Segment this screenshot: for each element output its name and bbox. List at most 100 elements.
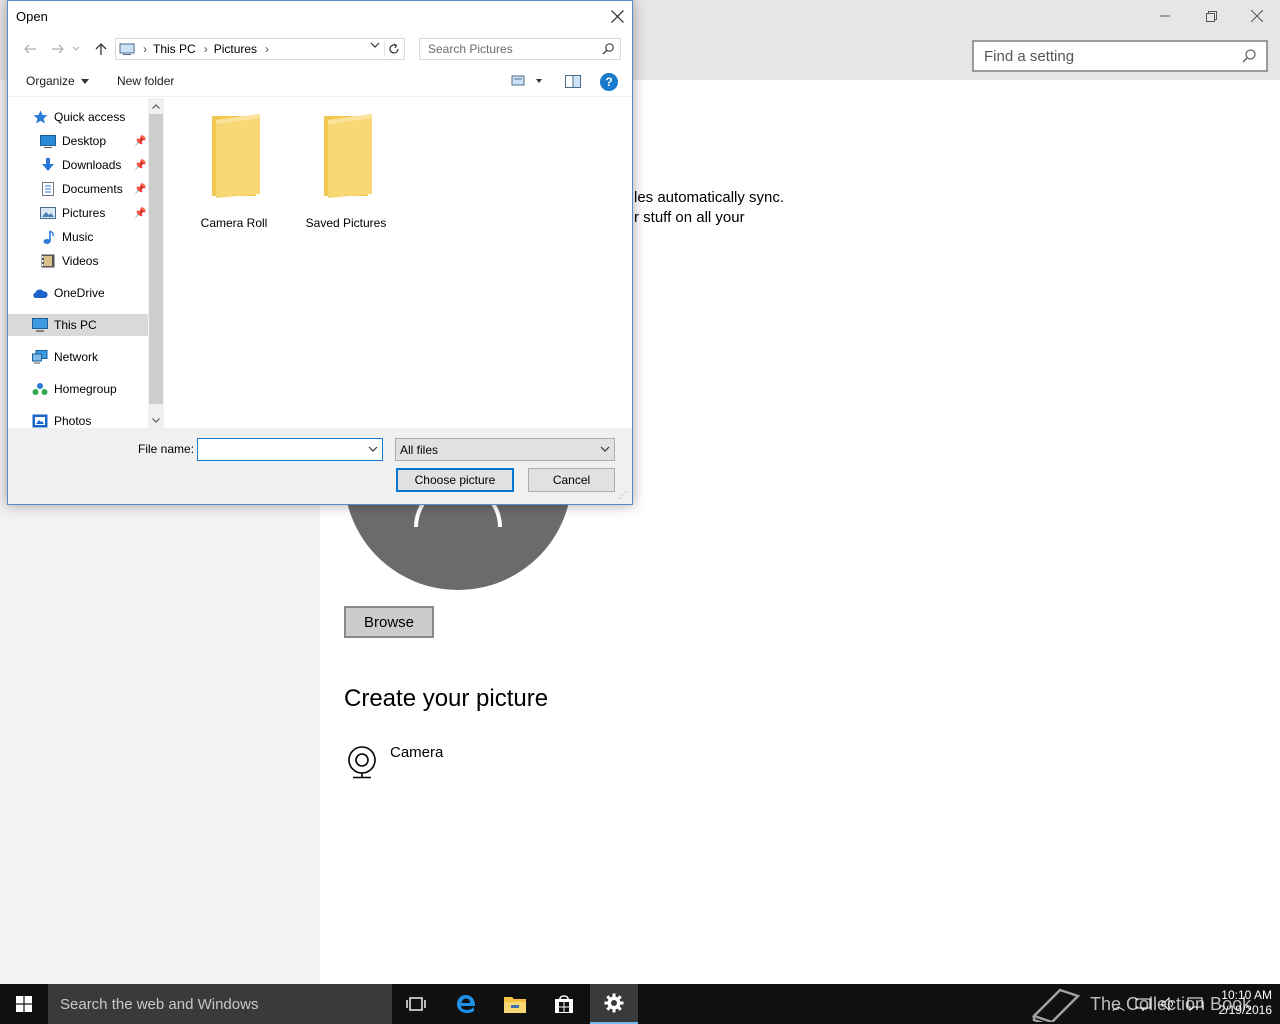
organize-label: Organize	[26, 74, 75, 88]
nav-scrollbar[interactable]	[148, 98, 164, 428]
nav-item-pictures[interactable]: Pictures	[40, 202, 105, 224]
nav-item-documents[interactable]: Documents	[40, 178, 123, 200]
file-list: Camera Roll Saved Pictures	[164, 98, 632, 428]
chevron-down-icon	[152, 417, 160, 423]
folder-item[interactable]: Camera Roll	[184, 112, 284, 230]
up-button[interactable]	[91, 41, 111, 57]
change-view-button[interactable]	[511, 75, 545, 90]
cancel-button[interactable]: Cancel	[528, 468, 615, 492]
browse-button[interactable]: Browse	[344, 606, 434, 638]
organize-button[interactable]: Organize	[26, 74, 90, 88]
network-icon	[32, 350, 48, 364]
chevron-down-icon	[370, 42, 380, 48]
network-tray-icon[interactable]	[1135, 997, 1151, 1011]
choose-picture-button[interactable]: Choose picture	[396, 468, 514, 492]
camera-option[interactable]: Camera	[390, 744, 443, 761]
minimize-icon	[1160, 15, 1170, 17]
nav-label-quick-access: Quick access	[54, 110, 126, 124]
pin-icon: 📌	[134, 160, 147, 171]
volume-icon[interactable]	[1161, 997, 1177, 1011]
breadcrumb-separator: ›	[143, 42, 147, 56]
close-icon	[1251, 10, 1263, 22]
edge-button[interactable]	[442, 984, 490, 1024]
file-name-dropdown[interactable]	[368, 444, 378, 455]
store-button[interactable]	[540, 984, 588, 1024]
nav-label-onedrive: OneDrive	[54, 286, 105, 300]
preview-pane-button[interactable]	[565, 75, 581, 91]
restore-button[interactable]	[1188, 0, 1234, 32]
view-icon	[511, 75, 542, 86]
sync-text-line1: les automatically sync.	[634, 189, 785, 206]
chevron-down-icon	[81, 79, 90, 84]
nav-item-videos[interactable]: Videos	[40, 250, 98, 272]
music-note-icon	[43, 229, 54, 244]
find-setting-placeholder: Find a setting	[984, 47, 1075, 65]
taskbar-search[interactable]: Search the web and Windows	[48, 984, 392, 1024]
star-icon	[33, 110, 47, 124]
refresh-icon	[388, 43, 399, 54]
start-button[interactable]	[0, 984, 48, 1024]
dialog-toolbar: Organize New folder ?	[8, 67, 632, 97]
search-pictures-input[interactable]: Search Pictures	[419, 38, 621, 60]
nav-item-photos[interactable]: Photos	[32, 410, 91, 428]
nav-item-this-pc[interactable]: This PC	[8, 314, 148, 336]
folder-icon	[324, 114, 372, 198]
preview-pane-icon	[565, 75, 581, 88]
resize-grip-icon[interactable]: ⋰	[618, 490, 627, 501]
nav-item-onedrive[interactable]: OneDrive	[32, 282, 105, 304]
file-type-dropdown[interactable]	[600, 444, 610, 455]
back-arrow-icon	[24, 44, 36, 54]
folder-label: Camera Roll	[200, 216, 268, 230]
file-type-select[interactable]: All files	[395, 438, 615, 461]
close-settings-button[interactable]	[1234, 0, 1280, 32]
store-icon	[555, 995, 573, 1013]
clock[interactable]: 10:10 AM 2/19/2016	[1208, 988, 1272, 1018]
breadcrumb-this-pc[interactable]: This PC	[153, 42, 196, 56]
tray-chevron-icon[interactable]: ︿	[1112, 995, 1125, 1014]
file-explorer-button[interactable]	[491, 984, 539, 1024]
address-dropdown[interactable]	[370, 41, 380, 52]
forward-button[interactable]	[48, 41, 68, 57]
nav-item-network[interactable]: Network	[32, 346, 98, 368]
nav-item-music[interactable]: Music	[40, 226, 93, 248]
scroll-up-button[interactable]	[148, 98, 164, 114]
task-view-button[interactable]	[392, 984, 440, 1024]
refresh-button[interactable]	[384, 41, 402, 57]
settings-taskbar-button[interactable]	[590, 984, 638, 1024]
nav-item-quick-access[interactable]: Quick access	[32, 106, 125, 128]
address-bar[interactable]: › This PC › Pictures ›	[115, 38, 405, 60]
gear-icon	[604, 993, 624, 1013]
pictures-icon	[40, 207, 56, 219]
dialog-close-button[interactable]	[606, 3, 628, 29]
minimize-button[interactable]	[1142, 0, 1188, 32]
file-name-input[interactable]	[197, 438, 383, 461]
scroll-thumb[interactable]	[149, 114, 163, 404]
chevron-down-icon	[368, 446, 378, 452]
nav-item-homegroup[interactable]: Homegroup	[32, 378, 117, 400]
help-button[interactable]: ?	[600, 73, 618, 91]
search-pictures-placeholder: Search Pictures	[428, 42, 513, 56]
recent-locations-button[interactable]	[70, 41, 82, 57]
folder-item[interactable]: Saved Pictures	[296, 112, 396, 230]
nav-label-documents: Documents	[62, 182, 123, 196]
action-center-icon[interactable]	[1187, 997, 1203, 1011]
forward-arrow-icon	[52, 44, 64, 54]
camera-icon[interactable]	[346, 745, 378, 779]
search-icon	[1242, 49, 1256, 63]
folder-label: Saved Pictures	[305, 216, 387, 230]
nav-item-downloads[interactable]: Downloads	[40, 154, 121, 176]
pin-icon: 📌	[134, 208, 147, 219]
find-setting-input[interactable]: Find a setting	[972, 40, 1268, 72]
this-pc-small-icon	[119, 43, 135, 55]
file-type-value: All files	[400, 442, 439, 457]
new-folder-button[interactable]: New folder	[117, 74, 174, 88]
back-button[interactable]	[20, 41, 40, 57]
nav-item-desktop[interactable]: Desktop	[40, 130, 106, 152]
file-name-label: File name:	[138, 442, 195, 456]
sync-description: les automatically sync. r stuff on all y…	[634, 188, 784, 228]
breadcrumb-pictures[interactable]: Pictures	[214, 42, 257, 56]
taskbar-search-placeholder: Search the web and Windows	[60, 995, 259, 1013]
scroll-down-button[interactable]	[148, 412, 164, 428]
nav-label-videos: Videos	[62, 254, 99, 268]
chevron-up-icon	[152, 103, 160, 109]
